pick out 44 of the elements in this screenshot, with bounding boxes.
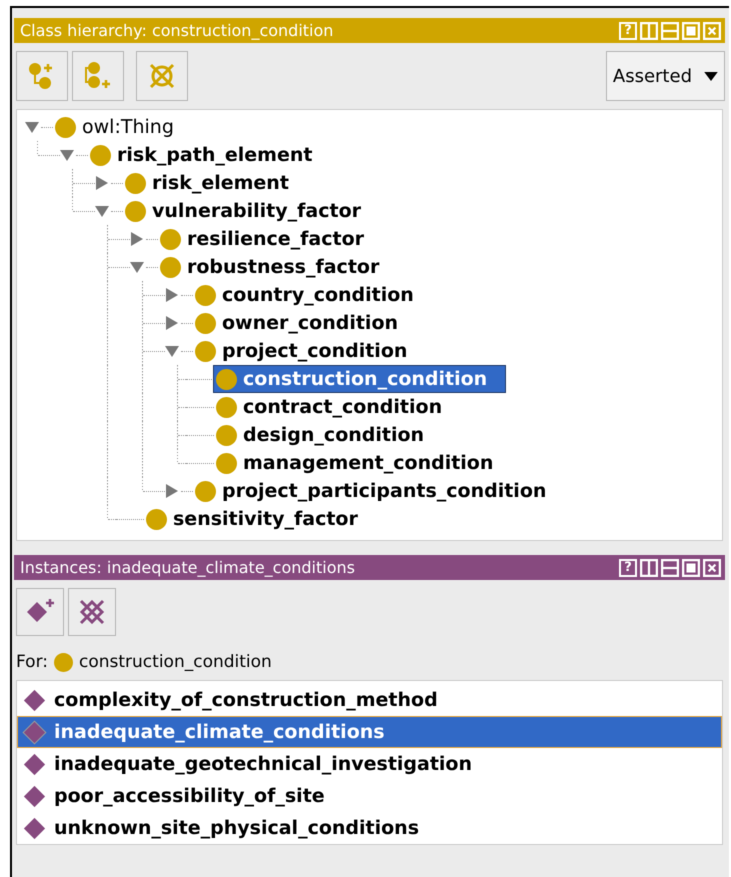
collapsed-arrow-icon[interactable]: [130, 232, 144, 246]
class-node[interactable]: sensitivity_factor: [144, 506, 376, 532]
for-label: For:: [16, 652, 48, 672]
class-node[interactable]: design_condition: [214, 422, 442, 448]
delete-instance-button[interactable]: [68, 588, 116, 636]
instance-item[interactable]: inadequate_climate_conditions: [17, 716, 722, 748]
expanded-arrow-icon[interactable]: [165, 344, 179, 358]
view-dropdown[interactable]: Asserted: [606, 51, 725, 101]
class-node[interactable]: owner_condition: [193, 310, 416, 336]
class-node[interactable]: resilience_factor: [158, 226, 382, 252]
caret-icon: [704, 72, 718, 80]
class-node[interactable]: management_condition: [214, 450, 512, 476]
expanded-arrow-icon[interactable]: [60, 148, 74, 162]
class-node[interactable]: robustness_factor: [158, 254, 398, 280]
expanded-arrow-icon[interactable]: [25, 120, 39, 134]
class-node[interactable]: construction_condition: [214, 366, 506, 392]
instance-item[interactable]: unknown_site_physical_conditions: [17, 812, 722, 844]
collapsed-arrow-icon[interactable]: [95, 176, 109, 190]
add-instance-button[interactable]: [16, 588, 64, 636]
class-node[interactable]: risk_element: [123, 170, 307, 196]
class-node[interactable]: risk_path_element: [88, 142, 330, 168]
split-horizontal-icon[interactable]: [661, 558, 679, 576]
expanded-arrow-icon[interactable]: [95, 204, 109, 218]
class-node[interactable]: owl:Thing: [53, 114, 192, 140]
collapsed-arrow-icon[interactable]: [165, 288, 179, 302]
class-node[interactable]: project_condition: [193, 338, 426, 364]
class-node[interactable]: vulnerability_factor: [123, 198, 379, 224]
maximize-icon[interactable]: [682, 558, 700, 576]
expanded-arrow-icon[interactable]: [130, 260, 144, 274]
help-button[interactable]: ?: [619, 558, 637, 576]
class-dot-icon: [54, 652, 73, 672]
panel-title: Class hierarchy: construction_condition: [20, 21, 334, 40]
panel-title: Instances: inadequate_climate_conditions: [20, 558, 355, 577]
instance-item[interactable]: inadequate_geotechnical_investigation: [17, 748, 722, 780]
class-node[interactable]: contract_condition: [214, 394, 460, 420]
instance-item[interactable]: poor_accessibility_of_site: [17, 780, 722, 812]
close-icon[interactable]: [703, 558, 721, 576]
class-node[interactable]: country_condition: [193, 282, 432, 308]
for-class-name: construction_condition: [79, 652, 272, 672]
collapsed-arrow-icon[interactable]: [165, 316, 179, 330]
class-node[interactable]: project_participants_condition: [193, 478, 564, 504]
instance-item[interactable]: complexity_of_construction_method: [17, 684, 722, 716]
split-vertical-icon[interactable]: [640, 558, 658, 576]
collapsed-arrow-icon[interactable]: [165, 484, 179, 498]
